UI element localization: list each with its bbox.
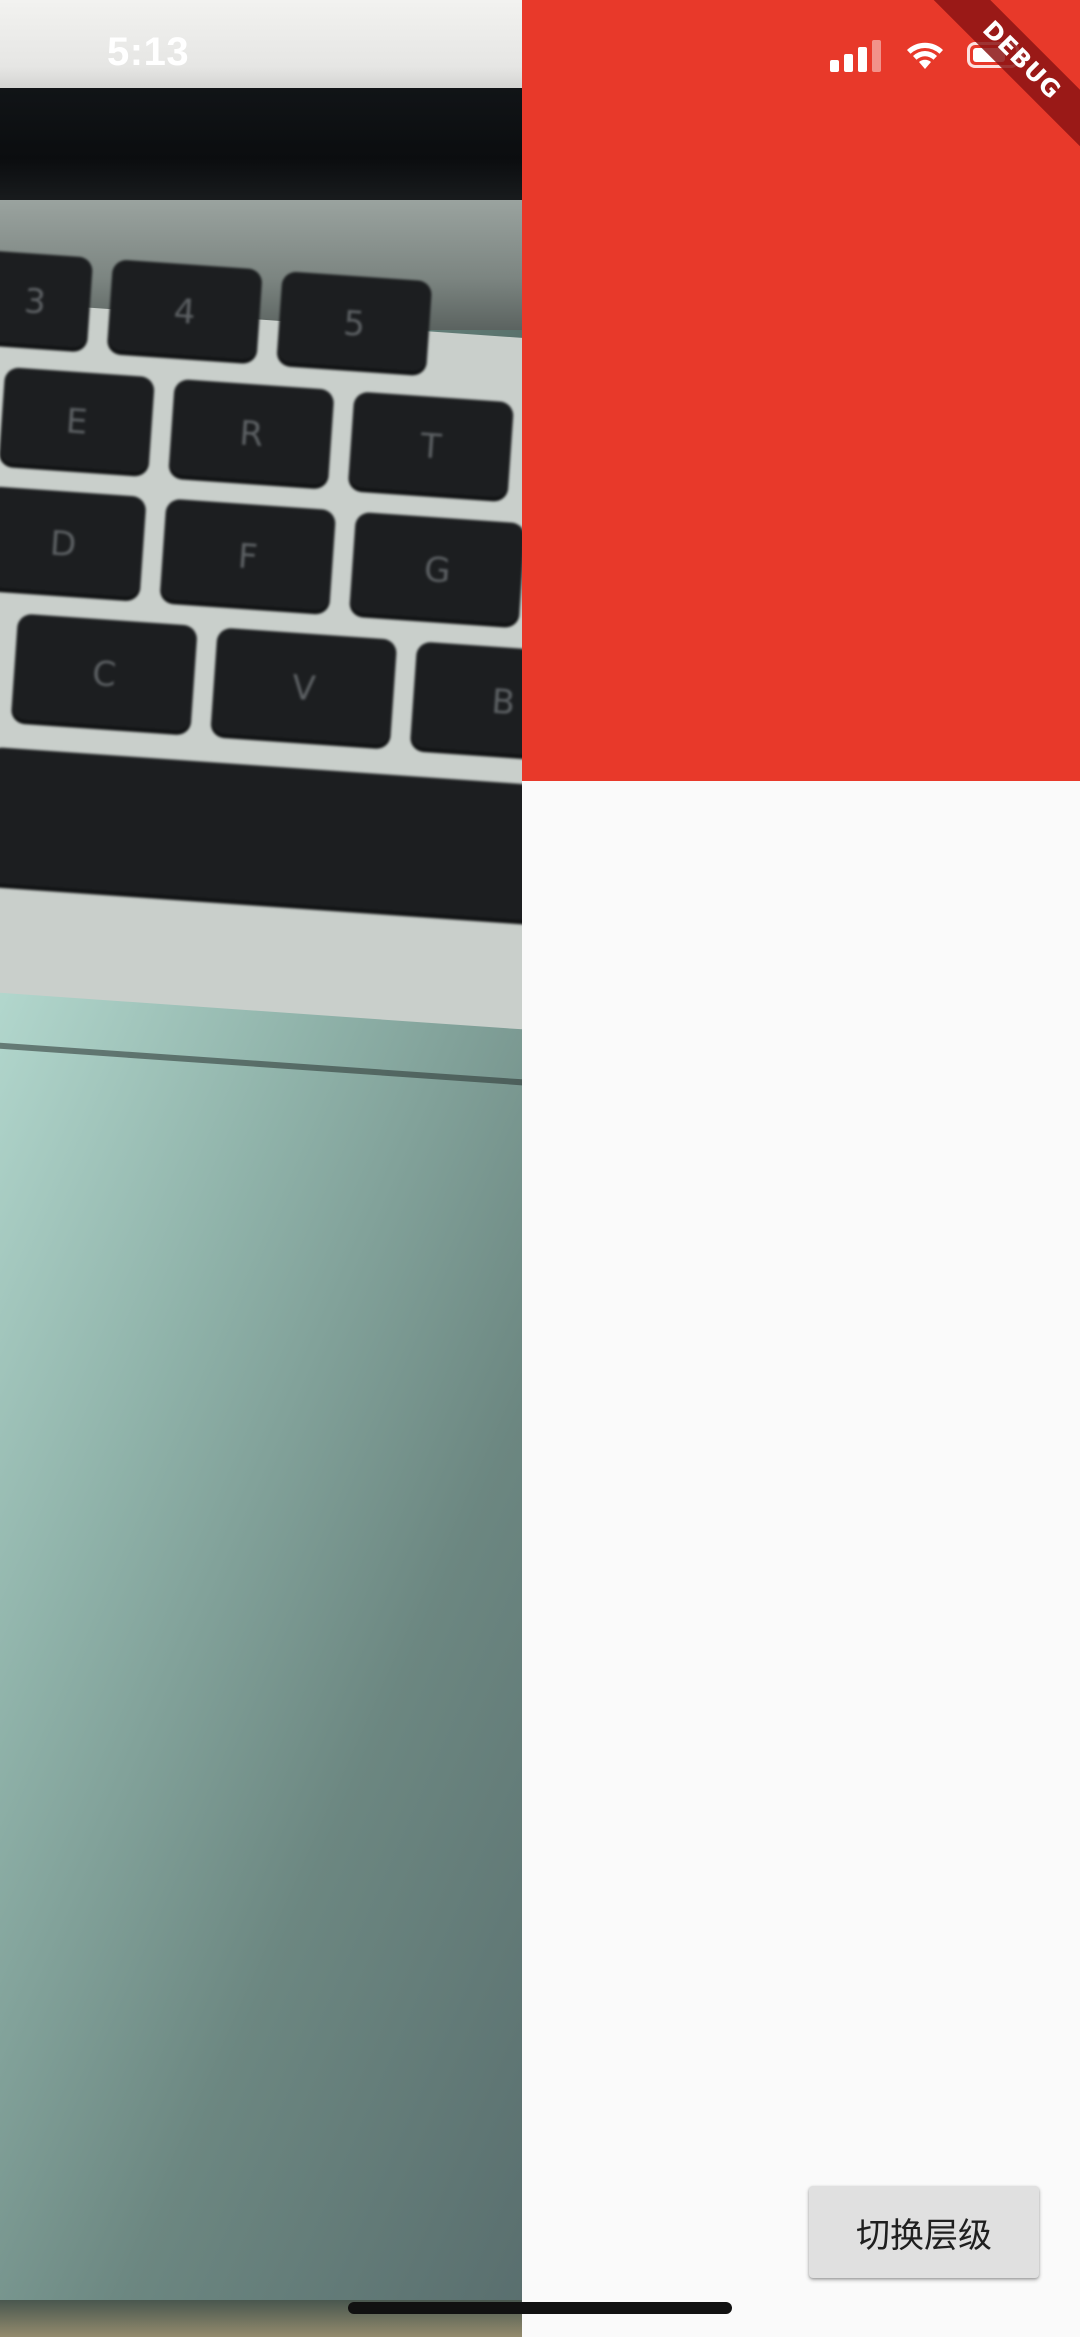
- keyboard-key: E: [0, 366, 156, 478]
- keyboard-key: D: [0, 485, 147, 602]
- wifi-icon: [907, 42, 943, 69]
- toggle-layer-button[interactable]: 切换层级: [809, 2186, 1039, 2278]
- keyboard-key: R: [168, 378, 335, 490]
- keyboard-key: 4: [106, 259, 263, 365]
- trackpad-area: [0, 990, 522, 2337]
- keyboard-area: 3 4 5 E R T D F G C V B: [0, 250, 522, 1061]
- keyboard-key: F: [159, 498, 337, 616]
- status-time: 5:13: [107, 30, 190, 74]
- keyboard-key: V: [210, 627, 398, 750]
- home-indicator[interactable]: [348, 2302, 732, 2314]
- laptop-bezel: [0, 88, 522, 206]
- keyboard-key: T: [347, 391, 515, 503]
- keyboard-key: 3: [0, 250, 94, 353]
- keyboard-spacebar: [0, 746, 522, 930]
- red-box: [522, 0, 1080, 781]
- keyboard-key: 5: [276, 271, 433, 377]
- laptop-screen-edge: [0, 0, 522, 95]
- battery-icon: [967, 42, 1024, 68]
- keyboard-key: G: [348, 511, 522, 629]
- photo-preview: 3 4 5 E R T D F G C V B: [0, 0, 522, 2337]
- cellular-signal-icon: [830, 38, 881, 72]
- status-icons: [830, 38, 1024, 72]
- keyboard-key: C: [10, 613, 198, 736]
- keyboard-key: B: [409, 641, 522, 764]
